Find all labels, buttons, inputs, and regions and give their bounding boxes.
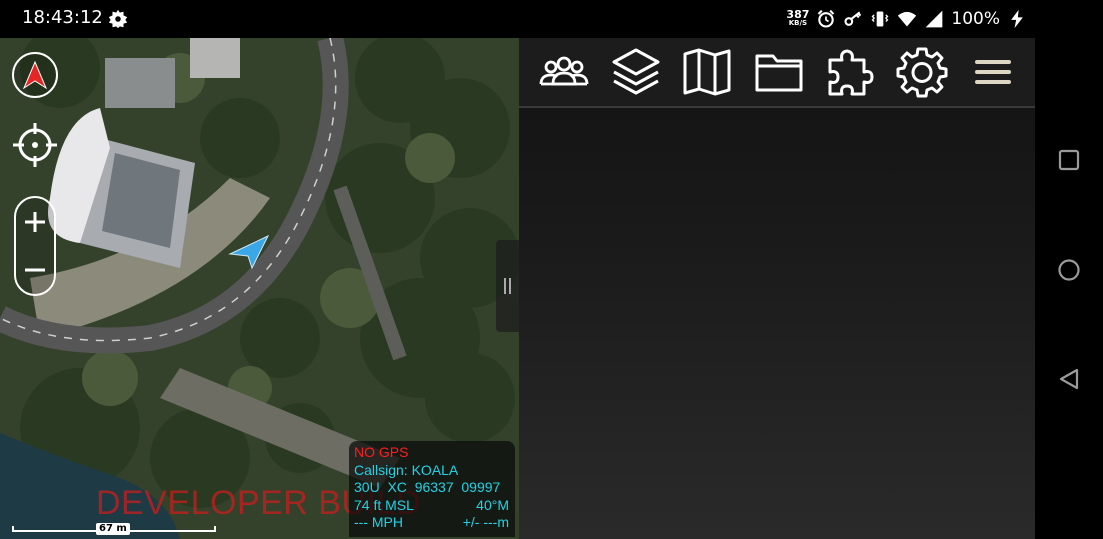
home-icon[interactable] [1057, 258, 1081, 282]
files-button[interactable] [749, 44, 808, 100]
cell-signal-icon [926, 10, 943, 28]
main-toolbar [519, 38, 1035, 108]
plugins-icon [828, 49, 874, 96]
recents-icon[interactable] [1057, 148, 1081, 172]
contacts-icon [540, 56, 589, 86]
gps-status: NO GPS [354, 444, 409, 460]
system-nav-bar [1035, 0, 1103, 539]
side-panel [519, 38, 1035, 539]
menu-button[interactable] [964, 44, 1023, 100]
layers-icon [612, 48, 660, 95]
back-icon[interactable] [1057, 367, 1081, 391]
speed: --- MPH [354, 514, 403, 530]
compass-button[interactable] [12, 52, 58, 98]
compass-icon [22, 60, 48, 90]
speed-accuracy-row: --- MPH +/- ---m [354, 514, 509, 532]
wifi-icon [898, 11, 917, 27]
folder-icon [755, 54, 803, 92]
mgrs-coordinate: 30U XC 96337 09997 [354, 479, 501, 495]
zoom-out-button[interactable] [17, 252, 53, 288]
settings-gear-icon [108, 9, 128, 29]
zoom-in-button[interactable] [17, 204, 53, 240]
network-speed-value: 387 [786, 8, 810, 21]
drag-handle-icon [504, 278, 511, 294]
vpn-key-icon [844, 11, 862, 26]
locate-button[interactable] [12, 122, 58, 168]
settings-icon [896, 47, 948, 98]
battery-percent: 100% [951, 9, 1000, 29]
locate-crosshair-icon [13, 123, 57, 167]
settings-button[interactable] [892, 44, 951, 100]
network-speed-unit: KB/S [788, 19, 808, 27]
layers-button[interactable] [606, 44, 665, 100]
map-view[interactable]: DEVELOPER BUILD 67 m NO GPS Callsign: KO… [0, 38, 519, 539]
contacts-button[interactable] [535, 44, 594, 100]
clock-time: 18:43:12 [22, 7, 103, 28]
maps-button[interactable] [678, 44, 737, 100]
maps-icon [683, 48, 731, 96]
callsign: Callsign: KOALA [354, 461, 459, 478]
accuracy: +/- ---m [462, 514, 509, 530]
charging-icon [1011, 9, 1023, 29]
status-bar: 18:43:12 387 KB/S 100% [0, 0, 1035, 38]
zoom-in-icon [25, 212, 45, 232]
location-info-box[interactable]: NO GPS Callsign: KOALA 30U XC 96337 0999… [349, 441, 515, 537]
scale-bar-label: 67 m [96, 523, 130, 535]
alarm-icon [818, 9, 835, 28]
altitude: 74 ft MSL [354, 496, 414, 513]
panel-resize-handle[interactable] [496, 240, 519, 332]
altitude-heading-row: 74 ft MSL 40°M [354, 497, 509, 515]
heading: 40°M [476, 496, 509, 513]
zoom-out-icon [25, 268, 45, 272]
status-icons: 387 KB/S 100% [786, 0, 1027, 38]
menu-icon [974, 60, 1011, 84]
self-location-marker-icon[interactable] [228, 234, 272, 270]
network-speed: 387 KB/S [786, 8, 810, 28]
zoom-control [14, 196, 56, 296]
map-scale-bar: 67 m [12, 522, 218, 539]
vibrate-icon [871, 11, 889, 27]
plugins-button[interactable] [821, 44, 880, 100]
